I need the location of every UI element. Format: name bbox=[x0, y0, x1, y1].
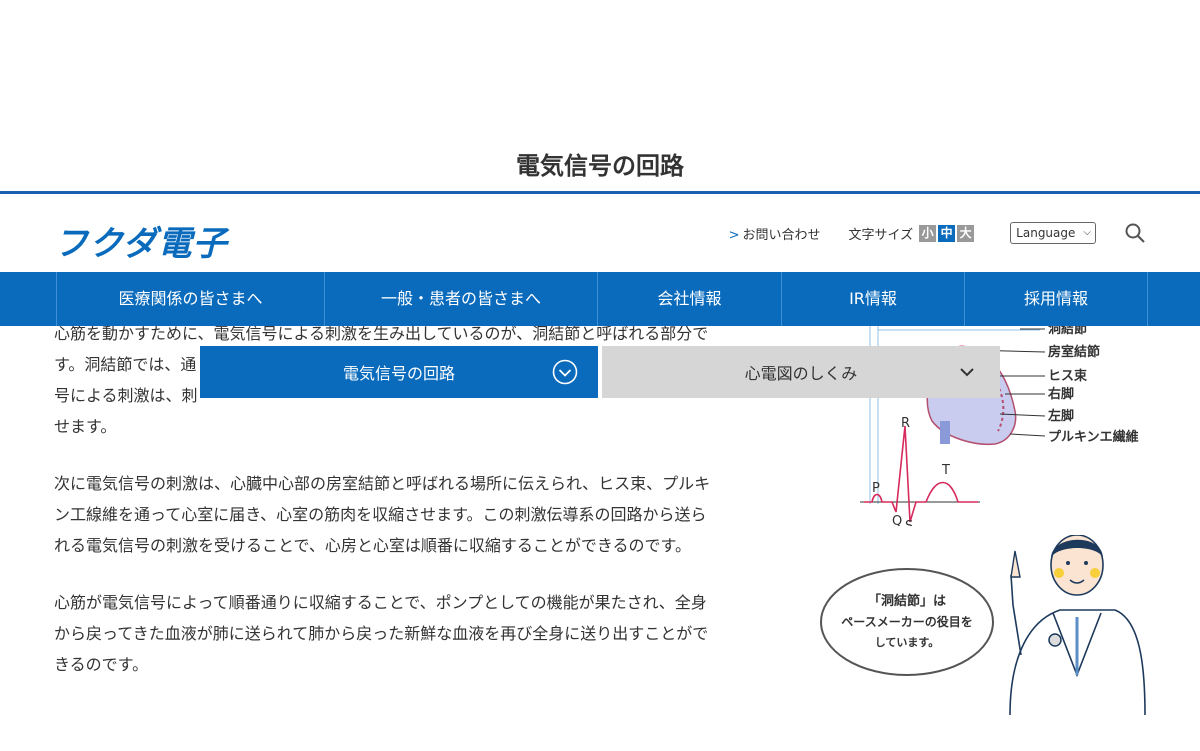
doctor-illustration: 「洞結節」は ペースメーカーの役目を しています。 bbox=[820, 535, 1146, 716]
label-left-bundle: 左脚 bbox=[1048, 408, 1074, 424]
bubble-line-2: ペースメーカーの役目を bbox=[841, 614, 972, 629]
chevron-circle-down-icon bbox=[552, 359, 578, 385]
label-right-bundle: 右脚 bbox=[1047, 386, 1074, 402]
ecg-label-t: T bbox=[941, 463, 950, 478]
ecg-label-q: Q bbox=[892, 514, 902, 526]
ecg-label-r: R bbox=[901, 416, 910, 431]
tab-electrical-circuit[interactable]: 電気信号の回路 bbox=[200, 346, 598, 398]
page-title: 電気信号の回路 bbox=[516, 152, 684, 180]
language-select[interactable]: Language ⌵ bbox=[1010, 222, 1096, 244]
paragraph-3: 心筋が電気信号によって順番通りに収縮することで、ポンプとしての機能が果たされ、全… bbox=[54, 593, 709, 674]
nav-item-medical[interactable]: 医療関係の皆さまへ bbox=[56, 272, 324, 326]
contact-arrow-icon: > bbox=[728, 227, 740, 243]
nav-item-patients[interactable]: 一般・患者の皆さまへ bbox=[324, 272, 597, 326]
nav-item-company[interactable]: 会社情報 bbox=[597, 272, 781, 326]
chevron-down-icon: ⌵ bbox=[1083, 227, 1091, 238]
ecg-label-s: S bbox=[905, 519, 913, 526]
nav-item-recruit[interactable]: 採用情報 bbox=[964, 272, 1148, 326]
font-size-large-button[interactable]: 大 bbox=[957, 224, 975, 242]
chevron-down-icon bbox=[960, 368, 974, 377]
search-icon[interactable] bbox=[1124, 222, 1146, 244]
font-size-medium-button[interactable]: 中 bbox=[938, 224, 956, 242]
contact-link[interactable]: > お問い合わせ bbox=[729, 224, 821, 243]
label-his-bundle: ヒス束 bbox=[1048, 368, 1088, 384]
header-utilities: > お問い合わせ 文字サイズ 小 中 大 Language ⌵ bbox=[729, 222, 1200, 244]
global-nav: 医療関係の皆さまへ 一般・患者の皆さまへ 会社情報 IR情報 採用情報 bbox=[0, 272, 1200, 326]
label-av-node: 房室結節 bbox=[1048, 344, 1100, 360]
bubble-line-1: 「洞結節」は bbox=[868, 593, 946, 609]
font-size-label: 文字サイズ bbox=[848, 227, 914, 243]
ecg-label-p: P bbox=[872, 481, 880, 496]
site-header: フクダ電子 > お問い合わせ 文字サイズ 小 中 大 Language ⌵ bbox=[0, 194, 1200, 272]
tab-ecg-mechanism[interactable]: 心電図のしくみ bbox=[602, 346, 1000, 398]
label-purkinje: プルキンエ繊維 bbox=[1048, 429, 1139, 445]
label-sinus-node: 洞結節 bbox=[1048, 326, 1087, 337]
bubble-line-3: しています。 bbox=[875, 636, 940, 649]
fukuda-logo[interactable]: フクダ電子 bbox=[54, 216, 228, 265]
font-size-small-button[interactable]: 小 bbox=[919, 224, 937, 242]
nav-item-ir[interactable]: IR情報 bbox=[781, 272, 964, 326]
paragraph-2: 次に電気信号の刺激は、心臓中心部の房室結節と呼ばれる場所に伝えられ、ヒス束、プル… bbox=[54, 474, 711, 555]
